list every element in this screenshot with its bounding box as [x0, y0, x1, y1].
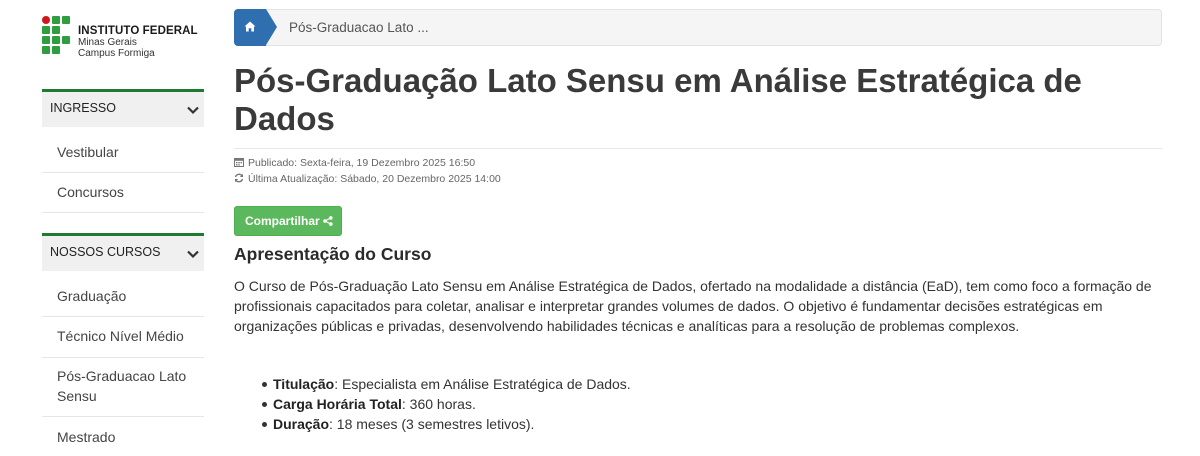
sidebar-item-mestrado[interactable]: Mestrado: [42, 427, 204, 456]
sidebar-item-label: Mestrado: [57, 429, 116, 445]
updated-date: Última Atualização: Sábado, 20 Dezembro …: [234, 173, 501, 185]
breadcrumb: Pós-Graduacao Lato ...: [234, 9, 1162, 46]
breadcrumb-current[interactable]: Pós-Graduacao Lato ...: [289, 20, 429, 35]
breadcrumb-home-button[interactable]: [234, 9, 266, 46]
list-item: Duração: 18 meses (3 semestres letivos).: [262, 414, 631, 434]
sidebar-item-tecnico[interactable]: Técnico Nível Médio: [42, 326, 204, 358]
menu-header-nossos-cursos[interactable]: NOSSOS CURSOS: [42, 233, 204, 271]
logo-title: INSTITUTO FEDERAL: [78, 25, 198, 37]
chevron-down-icon: [187, 250, 199, 259]
share-icon: [322, 216, 333, 226]
sidebar: INSTITUTO FEDERAL Minas Gerais Campus Fo…: [42, 0, 204, 456]
course-intro: O Curso de Pós-Graduação Lato Sensu em A…: [234, 278, 1152, 334]
logo-mark: [42, 16, 72, 61]
home-icon: [244, 21, 256, 32]
list-item: Carga Horária Total: 360 horas.: [262, 394, 631, 414]
sidebar-item-graduacao[interactable]: Graduação: [42, 286, 204, 317]
detail-label: Duração: [273, 416, 330, 432]
list-item: Titulação: Especialista em Análise Estra…: [262, 374, 631, 394]
published-date: Publicado: Sexta-feira, 19 Dezembro 2025…: [234, 157, 475, 169]
detail-value: : 360 horas.: [401, 396, 476, 412]
detail-label: Titulação: [273, 376, 335, 392]
sidebar-item-vestibular[interactable]: Vestibular: [42, 142, 204, 173]
sidebar-item-pos-graduacao[interactable]: Pós-Graduacao Lato Sensu: [42, 366, 204, 417]
sidebar-item-label: Graduação: [57, 288, 127, 304]
menu-header-ingresso[interactable]: INGRESSO: [42, 89, 204, 127]
menu-header-label: NOSSOS CURSOS: [50, 245, 161, 259]
sidebar-item-concursos[interactable]: Concursos: [42, 182, 204, 213]
course-details-list: Titulação: Especialista em Análise Estra…: [262, 374, 631, 434]
page-title: Pós-Graduação Lato Sensu em Análise Estr…: [234, 62, 1082, 137]
detail-label: Carga Horária Total: [273, 396, 402, 412]
section-title: Apresentação do Curso: [234, 244, 432, 264]
institution-logo[interactable]: INSTITUTO FEDERAL Minas Gerais Campus Fo…: [42, 16, 207, 62]
menu-header-label: INGRESSO: [50, 101, 116, 115]
divider: [234, 148, 1162, 149]
detail-value: : Especialista em Análise Estratégica de…: [334, 376, 631, 392]
logo-subtitle-campus: Campus Formiga: [78, 48, 155, 59]
logo-subtitle-state: Minas Gerais: [78, 37, 137, 48]
updated-text: Última Atualização: Sábado, 20 Dezembro …: [248, 173, 501, 185]
sidebar-item-label: Pós-Graduacao Lato Sensu: [57, 368, 187, 404]
breadcrumb-separator: [266, 9, 277, 45]
sidebar-item-label: Técnico Nível Médio: [57, 328, 184, 344]
sidebar-item-label: Vestibular: [57, 144, 119, 160]
sidebar-item-label: Concursos: [57, 184, 124, 200]
refresh-icon: [234, 173, 244, 183]
share-button[interactable]: Compartilhar: [234, 206, 342, 236]
published-text: Publicado: Sexta-feira, 19 Dezembro 2025…: [248, 157, 476, 169]
detail-value: : 18 meses (3 semestres letivos).: [329, 416, 535, 432]
calendar-icon: [234, 158, 244, 167]
share-button-label: Compartilhar: [245, 214, 320, 228]
chevron-down-icon: [187, 106, 199, 115]
